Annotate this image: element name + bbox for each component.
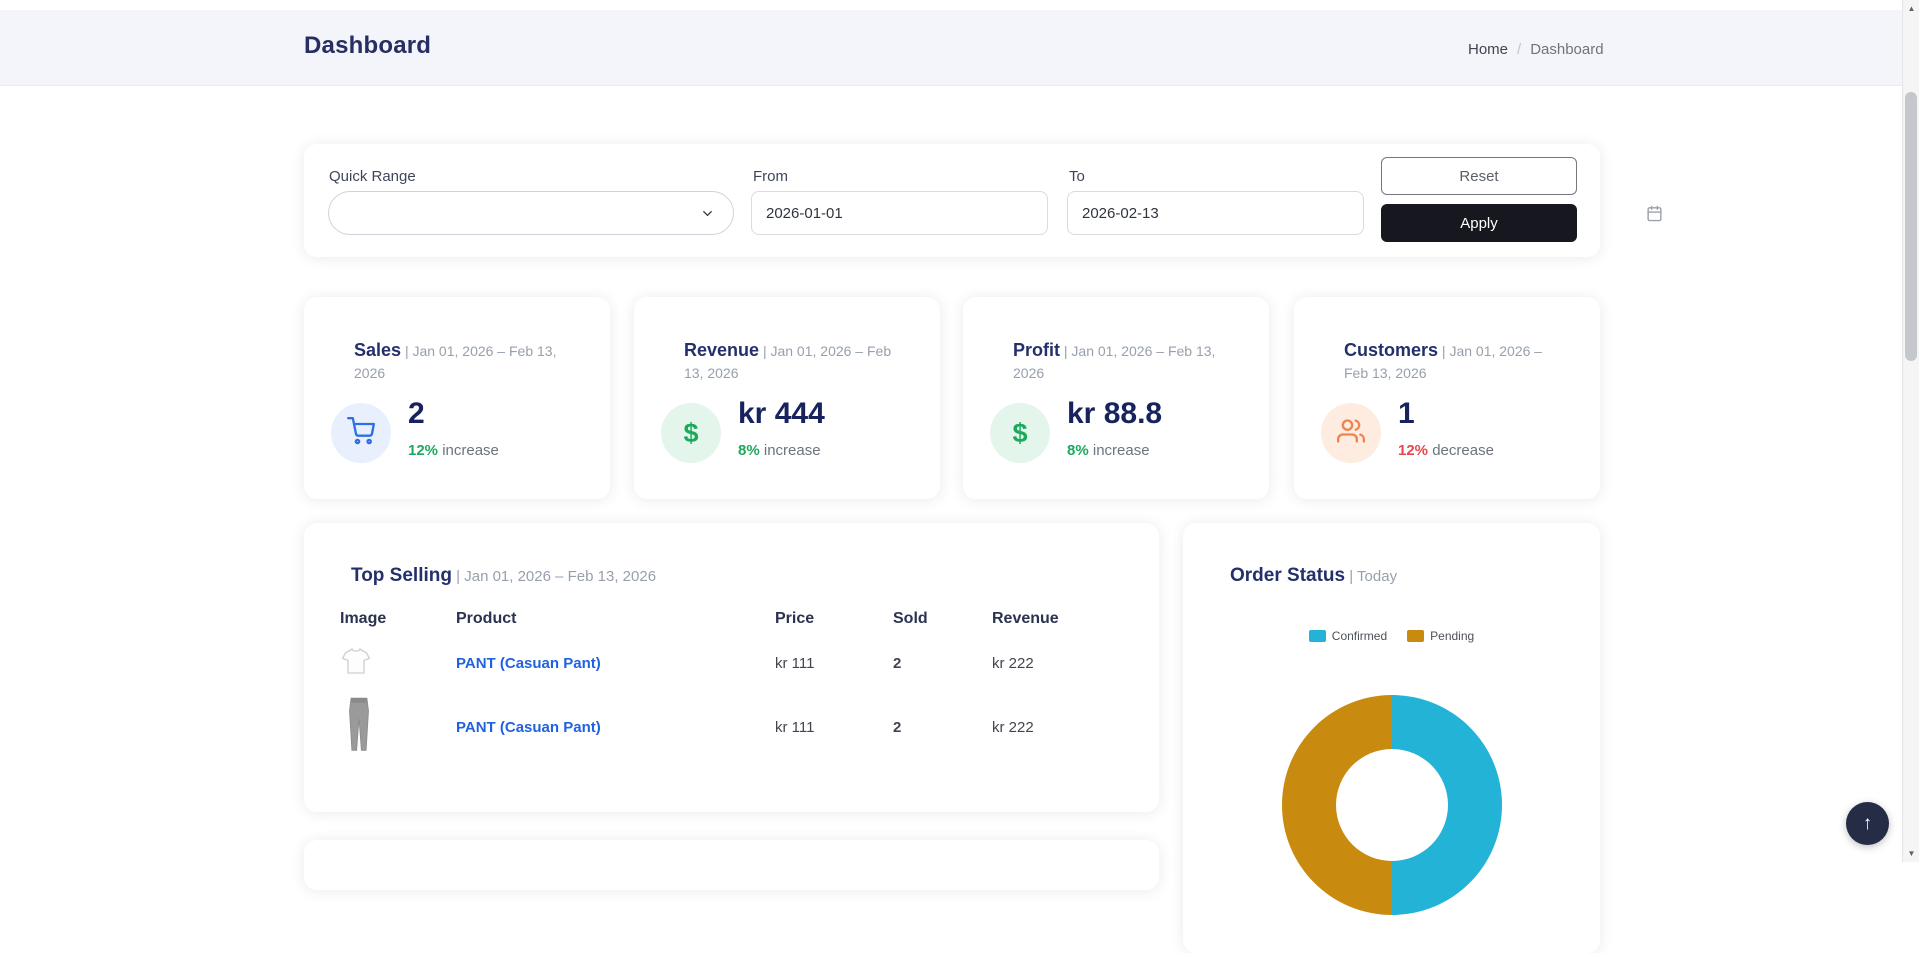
- table-header-row: Image Product Price Sold Revenue: [340, 601, 1123, 637]
- stat-title: Revenue | Jan 01, 2026 – Feb 13, 2026: [684, 340, 892, 382]
- legend-label: Confirmed: [1331, 629, 1388, 643]
- stat-title: Profit | Jan 01, 2026 – Feb 13, 2026: [1013, 340, 1216, 382]
- breadcrumb-home-link[interactable]: Home: [1468, 41, 1508, 58]
- column-header-price: Price: [775, 610, 815, 627]
- stat-delta-pct: 8%: [738, 442, 760, 459]
- product-link[interactable]: PANT (Casuan Pant): [456, 655, 601, 672]
- stat-card: Revenue | Jan 01, 2026 – Feb 13, 2026 $ …: [634, 297, 940, 499]
- vertical-scrollbar[interactable]: ▲ ▼: [1902, 0, 1919, 862]
- stat-delta-pct: 12%: [1398, 442, 1429, 459]
- top-selling-card: Top Selling | Jan 01, 2026 – Feb 13, 202…: [304, 523, 1159, 812]
- quick-range-select[interactable]: [328, 191, 734, 235]
- reset-button[interactable]: Reset: [1381, 157, 1577, 195]
- date-filter-card: Quick Range From To Reset Apply: [304, 144, 1662, 257]
- breadcrumb-separator: /: [1517, 41, 1522, 58]
- order-status-donut: [1282, 695, 1502, 915]
- product-link[interactable]: PANT (Casuan Pant): [456, 719, 601, 736]
- stat-value: kr 444: [738, 397, 825, 430]
- top-selling-table: Image Product Price Sold Revenue PANT (C…: [340, 601, 1123, 765]
- product-price: kr 111: [775, 718, 815, 736]
- stat-card: Sales | Jan 01, 2026 – Feb 13, 2026 2 12…: [304, 297, 610, 499]
- stat-card: Profit | Jan 01, 2026 – Feb 13, 2026 $ k…: [963, 297, 1269, 499]
- shopping-cart-icon: [347, 416, 375, 450]
- scrollbar-down-arrow[interactable]: ▼: [1903, 845, 1919, 862]
- stat-delta: 12% decrease: [1398, 442, 1494, 459]
- stat-value: 2: [408, 397, 425, 430]
- stat-card: Customers | Jan 01, 2026 – Feb 13, 2026 …: [1294, 297, 1600, 499]
- users-icon: [1337, 417, 1365, 450]
- product-sold: 2: [893, 654, 902, 672]
- page-title: Dashboard: [304, 32, 432, 59]
- dashboard-page: Dashboard Home / Dashboard Quick Range F…: [0, 0, 1919, 953]
- scroll-to-top-button[interactable]: ↑: [1846, 802, 1889, 845]
- column-header-image: Image: [340, 610, 387, 627]
- column-header-sold: Sold: [893, 610, 928, 627]
- stat-delta: 8% increase: [738, 442, 821, 459]
- stat-icon-circle: [331, 403, 391, 463]
- scrollbar-up-arrow[interactable]: ▲: [1903, 0, 1919, 17]
- stat-icon-circle: $: [661, 403, 721, 463]
- table-row: PANT (Casuan Pant) kr 111 2 kr 222: [340, 689, 1123, 765]
- scrollbar-thumb[interactable]: [1905, 92, 1917, 361]
- stat-value: kr 88.8: [1067, 397, 1163, 430]
- legend-item-confirmed[interactable]: Confirmed: [1308, 629, 1388, 643]
- stat-delta-pct: 8%: [1067, 442, 1089, 459]
- calendar-icon[interactable]: [1646, 205, 1663, 227]
- column-header-revenue: Revenue: [992, 610, 1059, 627]
- stat-delta: 8% increase: [1067, 442, 1150, 459]
- arrow-up-icon: ↑: [1862, 812, 1873, 834]
- breadcrumb-current: Dashboard: [1530, 41, 1604, 58]
- to-date-input[interactable]: [1067, 191, 1364, 235]
- product-revenue: kr 222: [992, 654, 1034, 672]
- stat-icon-circle: $: [990, 403, 1050, 463]
- page-header: Dashboard Home / Dashboard: [0, 10, 1902, 86]
- stat-icon-circle: [1321, 403, 1381, 463]
- apply-button[interactable]: Apply: [1381, 204, 1577, 242]
- dollar-icon: $: [683, 417, 699, 448]
- pants-thumbnail: [340, 697, 378, 758]
- order-status-card: Order Status | Today Confirmed Pending: [1183, 523, 1600, 953]
- from-date-input[interactable]: [751, 191, 1048, 235]
- quick-range-label: Quick Range: [329, 168, 416, 185]
- legend-label: Pending: [1430, 629, 1475, 643]
- to-label: To: [1069, 168, 1085, 185]
- product-revenue: kr 222: [992, 718, 1034, 736]
- chart-legend: Confirmed Pending: [1183, 629, 1600, 643]
- next-section-card: [304, 840, 1159, 890]
- breadcrumb: Home / Dashboard: [1468, 41, 1604, 58]
- stat-delta: 12% increase: [408, 442, 499, 459]
- product-price: kr 111: [775, 654, 815, 672]
- dollar-icon: $: [1012, 417, 1028, 448]
- product-sold: 2: [893, 718, 902, 736]
- table-row: PANT (Casuan Pant) kr 111 2 kr 222: [340, 637, 1123, 689]
- legend-item-pending[interactable]: Pending: [1407, 629, 1474, 643]
- top-selling-title: Top Selling | Jan 01, 2026 – Feb 13, 202…: [351, 565, 657, 586]
- stat-title: Sales | Jan 01, 2026 – Feb 13, 2026: [354, 340, 557, 382]
- stat-title: Customers | Jan 01, 2026 – Feb 13, 2026: [1344, 340, 1543, 382]
- chevron-down-icon: [700, 206, 715, 226]
- legend-swatch: [1308, 630, 1326, 642]
- column-header-product: Product: [456, 610, 517, 627]
- order-status-title: Order Status | Today: [1230, 565, 1398, 586]
- legend-swatch: [1407, 630, 1425, 642]
- stat-value: 1: [1398, 397, 1415, 430]
- stat-delta-pct: 12%: [408, 442, 439, 459]
- tshirt-thumbnail: [340, 647, 372, 680]
- from-label: From: [753, 168, 788, 185]
